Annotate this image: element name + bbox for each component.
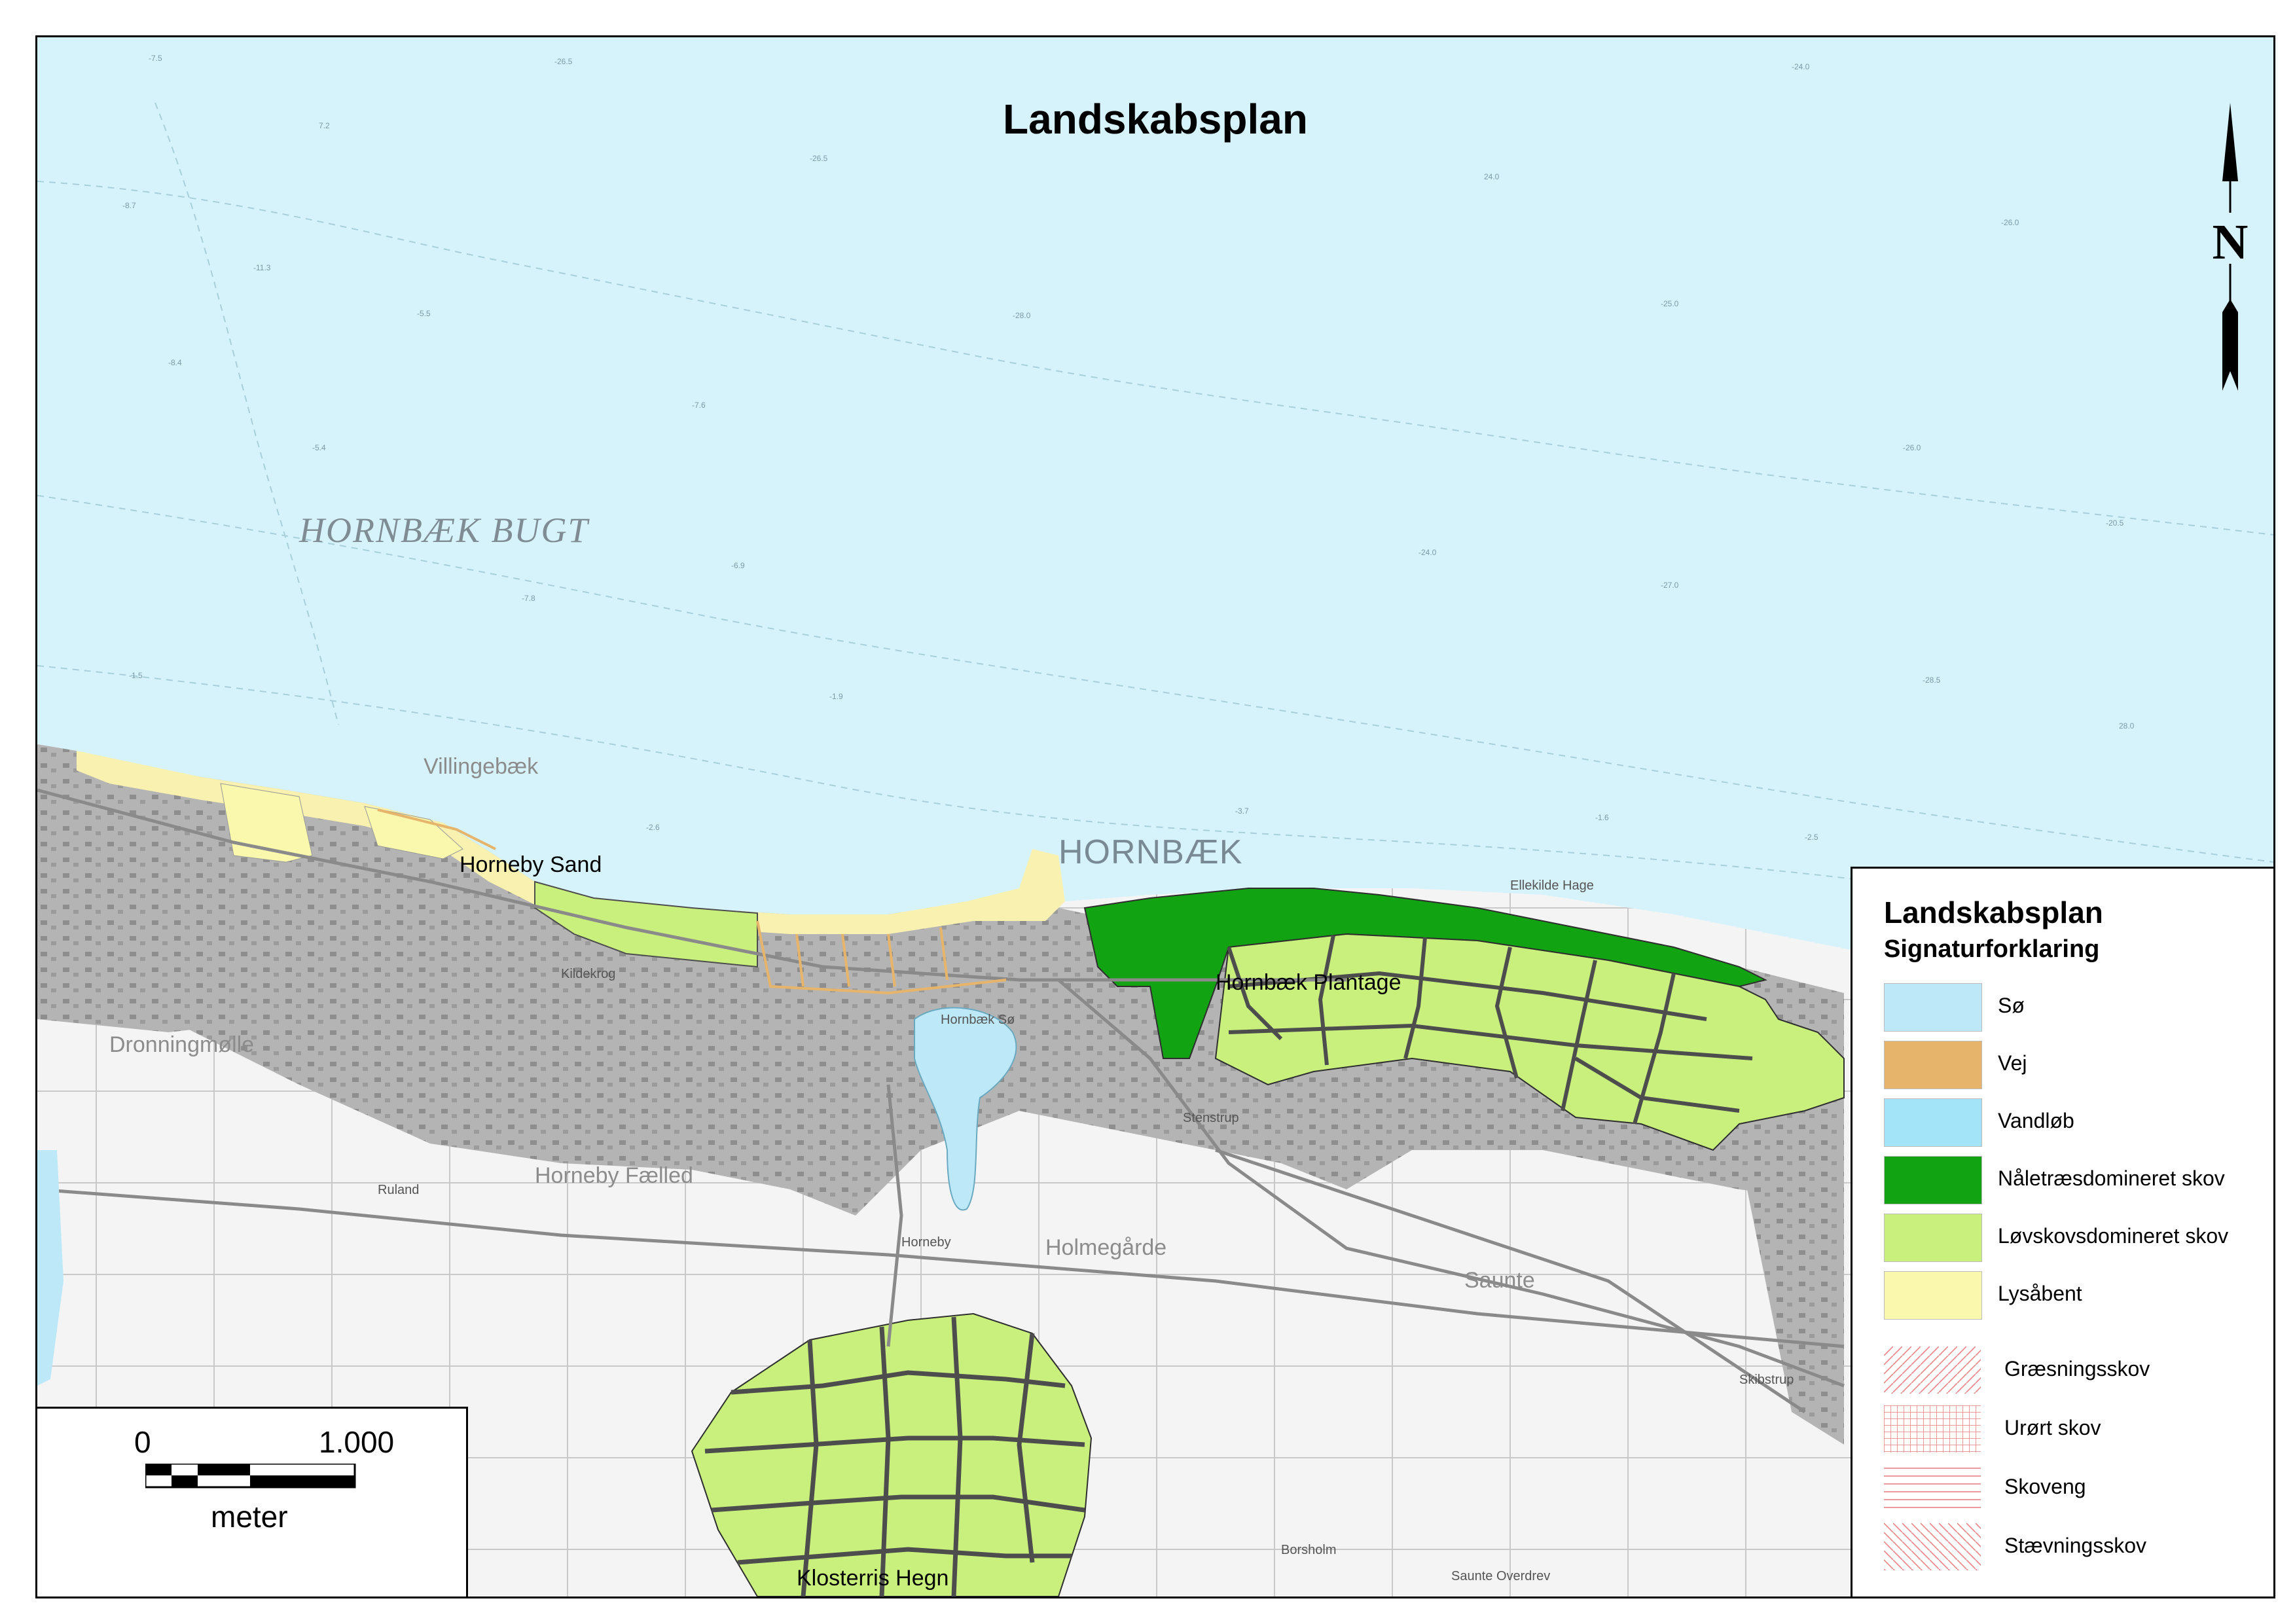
legend-item-vej: Vej [1884,1041,2264,1089]
depth-sounding: -6.9 [731,561,745,570]
legend-label: Nåletræsdomineret skov [1998,1166,2225,1190]
legend-label: Løvskovsdomineret skov [1998,1224,2229,1248]
place-label-klosterris-hegn: Klosterris Hegn [797,1566,949,1591]
legend-swatch [1884,1098,1982,1147]
place-label-skibstrup: Skibstrup [1739,1373,1794,1387]
scale-bar-start: 0 [134,1425,151,1459]
depth-sounding: -11.3 [253,263,271,272]
depth-sounding: -26.5 [810,154,828,163]
legend-label: Sø [1998,994,2025,1017]
depth-sounding: -20.5 [2106,518,2124,528]
legend-item-naletrae: Nåletræsdomineret skov [1884,1156,2264,1204]
place-label-horneby-faelled: Horneby Fælled [535,1163,693,1188]
depth-sounding: -2.6 [646,823,660,832]
depth-sounding: -27.0 [1661,581,1679,590]
place-label-holmegarde: Holmegårde [1045,1235,1167,1260]
legend-item-urort-skov: Urørt skov [1884,1405,2264,1453]
legend-item-so: Sø [1884,983,2264,1032]
place-label-hornbaek-so: Hornbæk Sø [941,1013,1015,1027]
scale-bar-graphic [145,1464,356,1489]
legend-item-vandlob: Vandløb [1884,1098,2264,1147]
legend-label: Vej [1998,1051,2027,1075]
depth-sounding: -25.0 [1661,299,1679,308]
depth-sounding: -24.0 [1792,62,1810,71]
legend-label: Vandløb [1998,1109,2074,1132]
place-label-saunte-overdrev: Saunte Overdrev [1451,1569,1551,1583]
depth-sounding: 28.0 [2119,721,2135,731]
legend-pattern-swatch [1884,1346,1981,1394]
place-label-hornbaek-plantage: Hornbæk Plantage [1216,970,1401,995]
legend-item-lysaabent: Lysåbent [1884,1271,2264,1320]
depth-sounding: -3.7 [1235,806,1249,816]
place-label-borsholm: Borsholm [1281,1543,1337,1557]
legend-label: Stævningsskov [2004,1534,2146,1557]
depth-sounding: -7.5 [149,54,162,63]
place-label-ruland: Ruland [378,1183,420,1197]
legend-pattern-swatch [1884,1523,1981,1570]
depth-sounding: -8.7 [122,201,136,210]
depth-sounding: -1.5 [129,671,143,680]
legend-label: Lysåbent [1998,1282,2082,1305]
north-arrow-label: N [2213,215,2249,270]
legend-label: Urørt skov [2004,1416,2101,1439]
legend-item-staevningsskov: Stævningsskov [1884,1523,2264,1570]
legend-subtitle: Signaturforklaring [1884,935,2100,963]
depth-sounding: -2.5 [1805,833,1818,842]
legend-swatch [1884,1041,1982,1089]
town-label: HORNBÆK [1058,833,1243,871]
legend-item-skoveng: Skoveng [1884,1464,2264,1511]
map-frame: -7.5 -26.5 -24.0 7.2 -26.5 -8.7 -11.3 24… [35,35,2275,1598]
legend-item-graesningsskov: Græsningsskov [1884,1346,2264,1394]
north-arrow-icon: N [2209,103,2251,391]
depth-sounding: -5.5 [417,309,431,318]
place-label-dronningmolle: Dronningmølle [109,1032,255,1057]
place-label-stenstrup: Stenstrup [1183,1111,1239,1125]
legend-swatch [1884,1156,1982,1204]
depth-sounding: -7.8 [522,594,535,603]
scale-bar-unit: meter [211,1500,288,1534]
place-label-saunte: Saunte [1464,1268,1535,1293]
legend-title: Landskabsplan [1884,895,2103,929]
depth-sounding: -7.6 [692,401,706,410]
place-label-villingebaek: Villingebæk [424,754,539,779]
legend-swatch [1884,983,1982,1032]
scale-bar-end: 1.000 [319,1425,395,1459]
place-label-horneby: Horneby [901,1235,951,1250]
legend-swatch [1884,1214,1982,1262]
depth-sounding: -28.5 [1923,676,1941,685]
legend-swatch [1884,1271,1982,1320]
depth-sounding: -24.0 [1419,548,1437,557]
map-title: Landskabsplan [1003,96,1308,143]
scale-bar: 0 1.000 meter [37,1407,468,1597]
place-label-horneby-sand: Horneby Sand [460,852,602,877]
legend-pattern-swatch [1884,1405,1981,1453]
legend-pattern-swatch [1884,1464,1981,1511]
legend-label: Skoveng [2004,1475,2086,1498]
depth-sounding: 24.0 [1484,172,1500,181]
legend-label: Græsningsskov [2004,1357,2150,1380]
depth-sounding: -1.9 [829,692,843,701]
bay-label: HORNBÆK BUGT [299,511,589,550]
legend: Landskabsplan Signaturforklaring Sø Vej … [1851,867,2273,1597]
depth-sounding: -28.0 [1013,311,1031,320]
place-label-ellekilde-hage: Ellekilde Hage [1510,878,1594,893]
depth-sounding: -8.4 [168,358,182,367]
depth-sounding: -26.0 [2001,218,2019,227]
depth-sounding: -1.6 [1595,813,1609,822]
depth-sounding: -26.0 [1903,443,1921,452]
legend-item-lovskov: Løvskovsdomineret skov [1884,1214,2264,1262]
depth-sounding: -5.4 [312,443,326,452]
depth-sounding: -26.5 [554,57,573,66]
place-label-kildekrog: Kildekrog [561,967,616,981]
